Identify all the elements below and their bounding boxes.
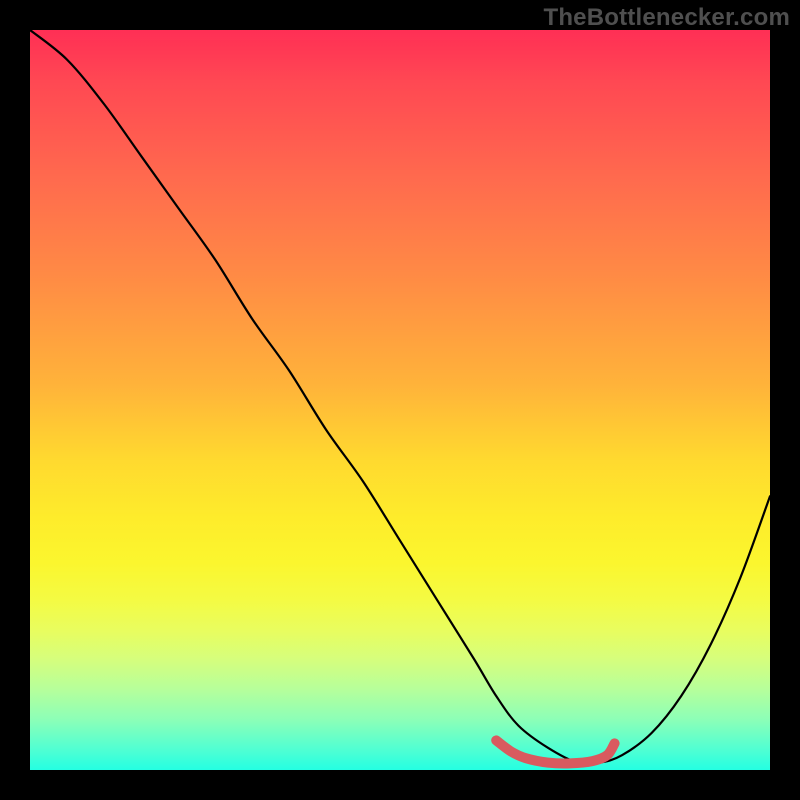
chart-frame: TheBottlenecker.com (0, 0, 800, 800)
bottleneck-curve-path (30, 30, 770, 764)
attribution-text: TheBottlenecker.com (543, 4, 790, 32)
chart-svg (30, 30, 770, 770)
plot-area (30, 30, 770, 770)
